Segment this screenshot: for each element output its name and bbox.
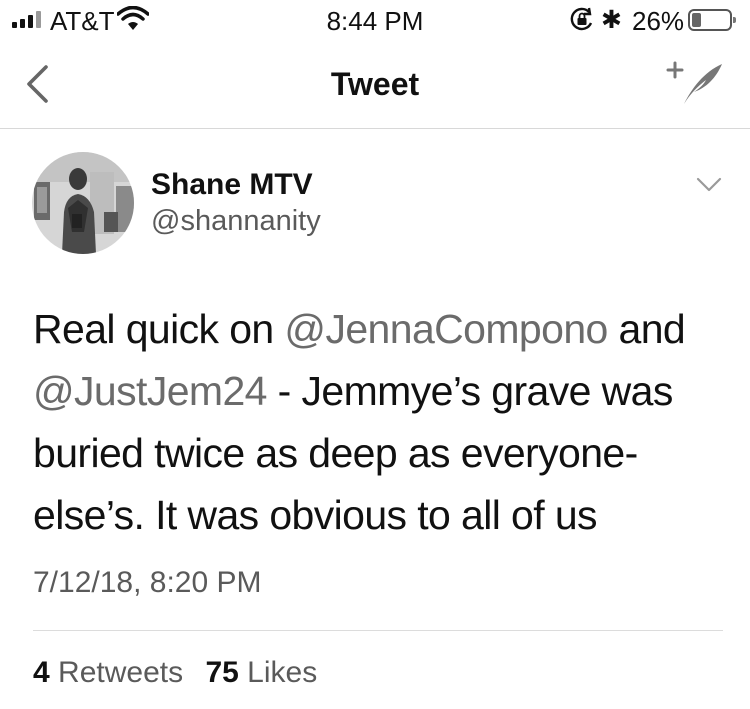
battery-icon [688,9,736,31]
orientation-lock-icon [570,7,593,31]
page-title: Tweet [330,66,420,102]
compose-tweet-button[interactable] [664,58,724,108]
navigation-bar: Tweet [0,40,750,129]
author-handle[interactable]: @shannanity [151,205,321,238]
tweet-text-segment: Real quick on [33,306,285,352]
tweet-text-segment: and [607,306,686,352]
avatar[interactable] [32,152,134,254]
likes-count: 75 [205,656,239,689]
battery-fill [692,13,701,27]
author-display-name[interactable]: Shane MTV [151,168,313,202]
tweet-timestamp: 7/12/18, 8:20 PM [33,566,262,599]
retweets-count: 4 [33,656,50,689]
retweets-stat[interactable]: 4 Retweets [33,656,183,690]
bluetooth-icon: ✱ [601,6,622,34]
tweet-text: Real quick on @JennaCompono and @JustJem… [33,298,723,546]
chevron-down-icon[interactable] [696,176,722,194]
mention-link[interactable]: @JennaCompono [284,306,608,352]
retweets-label: Retweets [58,656,184,689]
battery-percent: 26% [632,6,685,36]
mention-link[interactable]: @JustJem24 [33,368,267,414]
likes-label: Likes [247,656,318,689]
divider [33,630,723,631]
status-bar: AT&T 8:44 PM ✱ 26% [0,0,750,40]
likes-stat[interactable]: 75 Likes [205,656,317,690]
engagement-stats: 4 Retweets 75 Likes [33,656,331,690]
